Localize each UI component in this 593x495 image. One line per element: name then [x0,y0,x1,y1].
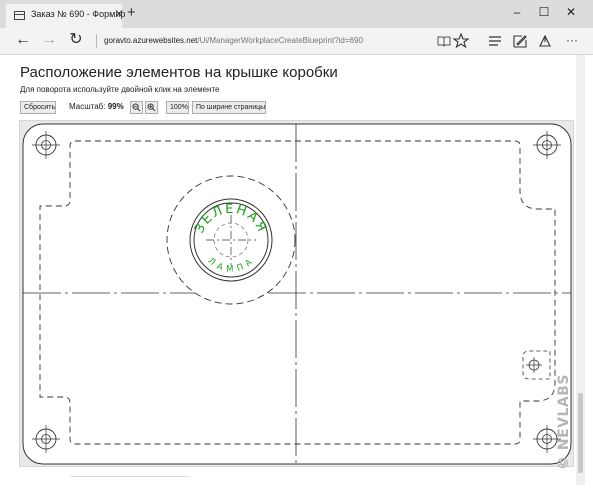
zoom-out-icon [132,103,141,112]
zoom-in-icon [147,103,156,112]
address-bar[interactable]: goravto.azurewebsites.net/Ui/ManagerWork… [104,36,363,45]
page-scrollbar[interactable] [576,55,585,485]
zoom-in-button[interactable] [145,101,158,114]
address-host: goravto.azurewebsites.net [104,36,198,45]
maximize-button[interactable]: ☐ [534,5,554,19]
box-lid-blueprint: ЗЕЛЕНАЯ ЛАМПА [22,123,572,465]
address-divider [96,34,97,48]
back-button[interactable]: ← [13,31,33,49]
share-icon[interactable] [536,32,554,50]
page-title: Расположение элементов на крышке коробки [20,64,338,81]
window-close-button[interactable]: ✕ [561,5,581,19]
forward-button[interactable]: → [39,31,59,49]
scale-readout: Масштаб: 99% [69,102,124,111]
web-note-icon[interactable] [511,32,529,50]
zoom-100-button[interactable]: 100% [166,101,189,114]
refresh-button[interactable]: ↻ [66,31,86,49]
address-path: /Ui/ManagerWorkplaceCreateBlueprint?id=6… [197,36,363,45]
new-tab-button[interactable]: + [127,4,136,21]
fit-width-button[interactable]: По ширине страницы [192,101,266,114]
lamp-clearance-circle [166,175,296,305]
more-icon[interactable]: ··· [562,31,582,49]
tab-close-button[interactable]: ✕ [114,7,124,21]
minimize-button[interactable]: – [507,5,527,19]
favorite-star-icon[interactable] [452,32,470,50]
scrollbar-thumb[interactable] [578,393,583,473]
reading-view-icon[interactable] [435,32,453,50]
scale-value: 99% [107,102,124,111]
green-lamp-element[interactable]: ЗЕЛЕНАЯ ЛАМПА [166,175,296,305]
page-icon [14,11,25,20]
browser-tab[interactable]: Заказ № 690 - Формир ✕ [6,4,126,28]
scale-label: Масштаб: [69,102,106,111]
watermark: © NEVLABS [556,374,572,470]
tab-bar: Заказ № 690 - Формир ✕ + – ☐ ✕ [0,0,593,28]
rotate-hint: Для поворота используйте двойной клик на… [20,85,220,94]
zoom-out-button[interactable] [130,101,143,114]
reset-button[interactable]: Сбросить [20,101,56,114]
footer-divider [70,476,190,477]
lid-outline [22,123,572,465]
navigation-bar: ← → ↻ goravto.azurewebsites.net/Ui/Manag… [0,28,593,55]
blueprint-canvas[interactable]: ЗЕЛЕНАЯ ЛАМПА [19,120,574,467]
hub-icon[interactable] [486,32,504,50]
tab-title: Заказ № 690 - Формир [31,9,126,19]
